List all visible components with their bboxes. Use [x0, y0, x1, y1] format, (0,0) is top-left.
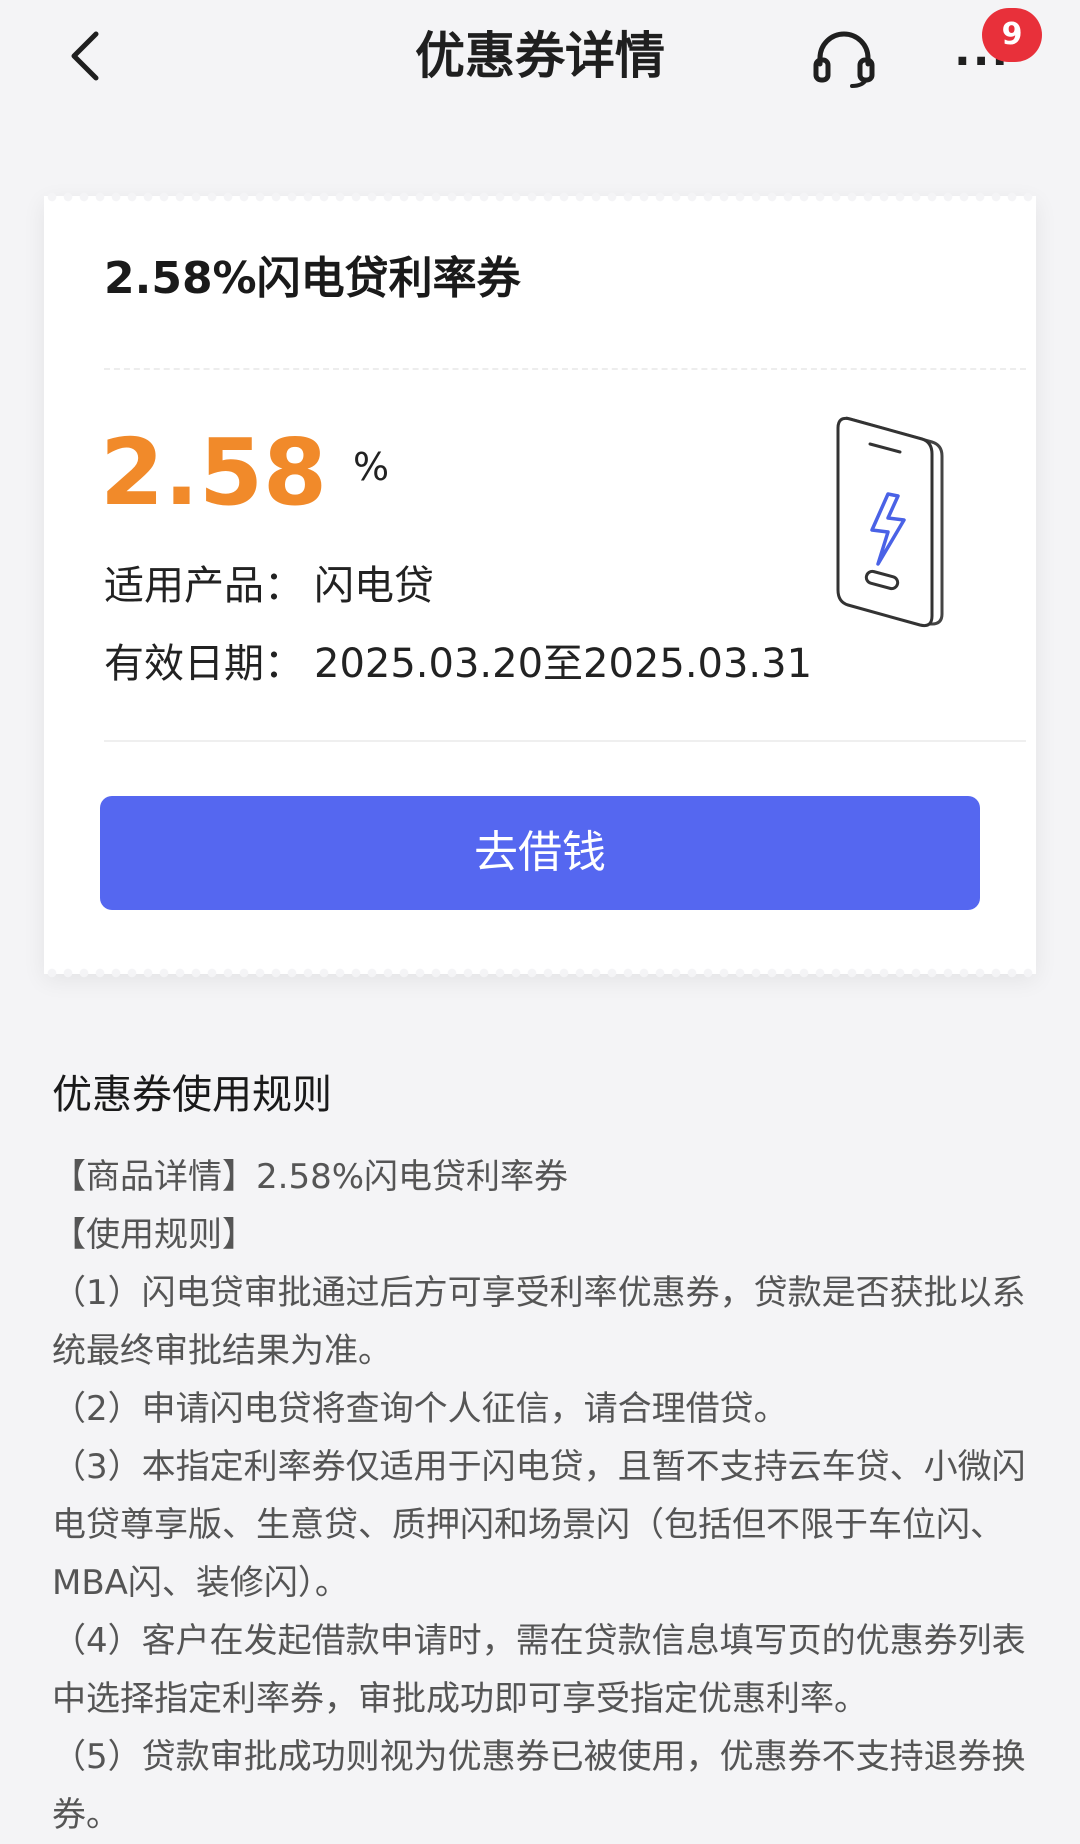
rule-item-2: （2）申请闪电贷将查询个人征信，请合理借贷。 [52, 1389, 788, 1429]
coupon-card: 2.58%闪电贷利率券 2.58% 适用产品： 闪电贷 有效日期： 2025.03.… [44, 192, 1036, 978]
customer-service-button[interactable] [812, 28, 876, 88]
card-edge-top [44, 192, 1036, 202]
rule-usage-heading: 【使用规则】 [52, 1215, 256, 1255]
rules-heading: 优惠券使用规则 [52, 1072, 332, 1118]
borrow-money-button[interactable]: 去借钱 [100, 796, 980, 910]
top-nav-bar: 优惠券详情 ··· 9 [0, 0, 1080, 120]
validity-label: 有效日期： [104, 641, 304, 687]
product-label: 适用产品： [104, 563, 304, 609]
coupon-title: 2.58%闪电贷利率券 [104, 253, 521, 304]
rate-display: 2.58% [100, 418, 389, 528]
headset-icon [813, 31, 875, 88]
phone-lightning-icon [824, 402, 984, 642]
page-title: 优惠券详情 [415, 27, 665, 85]
rule-item-1: （1）闪电贷审批通过后方可享受利率优惠券，贷款是否获批以系统最终审批结果为准。 [52, 1273, 1026, 1371]
rule-item-5: （5）贷款审批成功则视为优惠券已被使用，优惠券不支持退券换券。 [52, 1737, 1026, 1835]
validity-value: 2025.03.20至2025.03.31 [314, 641, 813, 687]
more-menu-button[interactable]: ··· 9 [950, 8, 1050, 92]
divider [104, 368, 1026, 370]
card-edge-bottom [44, 968, 1036, 978]
rate-value: 2.58 [100, 419, 327, 526]
rules-list: 【商品详情】2.58%闪电贷利率券 【使用规则】 （1）闪电贷审批通过后方可享受… [52, 1148, 1032, 1844]
divider [104, 740, 1026, 742]
product-value: 闪电贷 [314, 563, 434, 609]
notification-badge: 9 [982, 8, 1042, 62]
applicable-product-row: 适用产品： 闪电贷 [104, 558, 434, 614]
rule-item-4: （4）客户在发起借款申请时，需在贷款信息填写页的优惠券列表中选择指定利率券，审批… [52, 1621, 1026, 1719]
rule-item-3: （3）本指定利率券仅适用于闪电贷，且暂不支持云车贷、小微闪电贷尊享版、生意贷、质… [52, 1447, 1026, 1603]
validity-row: 有效日期： 2025.03.20至2025.03.31 [104, 636, 812, 692]
rate-unit: % [353, 445, 390, 489]
rule-product-detail: 【商品详情】2.58%闪电贷利率券 [52, 1157, 569, 1197]
